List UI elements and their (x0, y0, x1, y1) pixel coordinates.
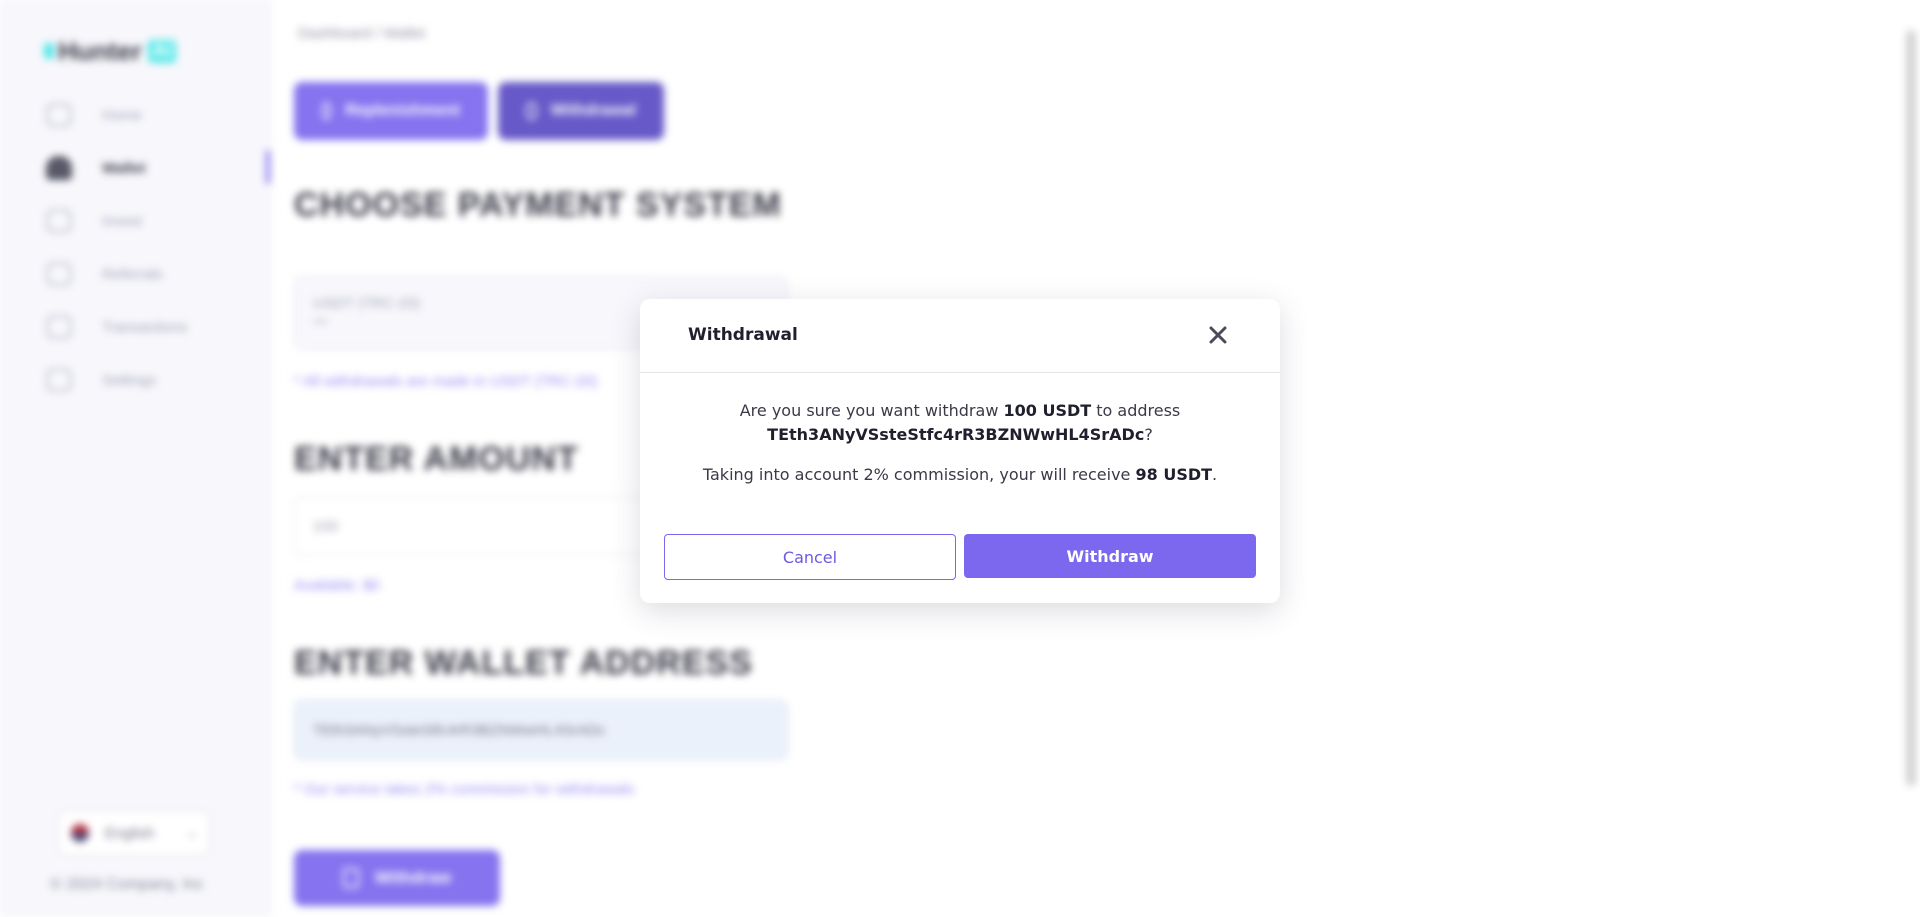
cancel-button[interactable]: Cancel (664, 534, 956, 580)
modal-message: Are you sure you want withdraw 100 USDT … (640, 399, 1280, 487)
close-icon (1209, 326, 1227, 344)
commission-text: Taking into account 2% commission, your … (702, 465, 1218, 484)
close-button[interactable] (1202, 319, 1234, 351)
withdrawal-confirm-modal: Withdrawal Are you sure you want withdra… (640, 299, 1280, 603)
receive-amount: 98 USDT (1135, 465, 1213, 484)
modal-title: Withdrawal (688, 325, 798, 345)
withdraw-amount: 100 USDT (1003, 401, 1092, 420)
confirm-withdraw-button[interactable]: Withdraw (964, 534, 1256, 578)
wallet-address: TEth3ANyVSsteStfc4rR3BZNWwHL4SrADc (767, 425, 1145, 444)
modal-header: Withdrawal (640, 299, 1280, 373)
confirm-text: Are you sure you want withdraw 100 USDT … (739, 401, 1181, 444)
